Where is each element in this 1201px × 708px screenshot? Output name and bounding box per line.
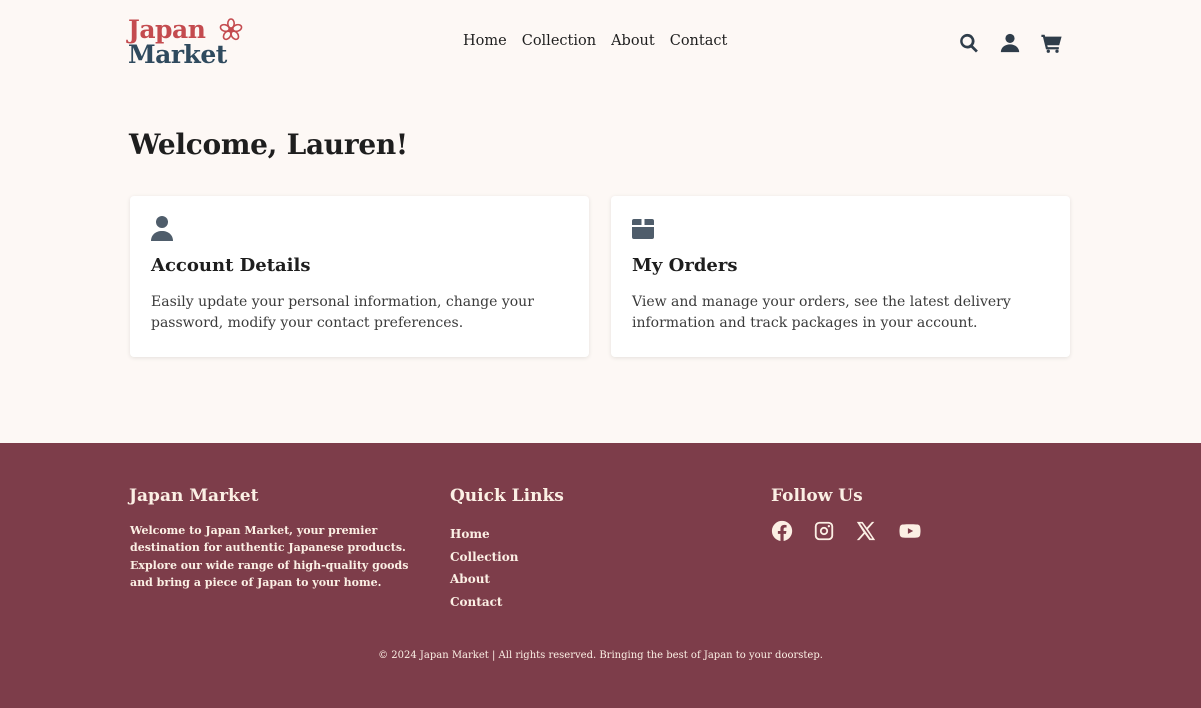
nav-contact[interactable]: Contact [670, 33, 728, 49]
card-title: Account Details [151, 255, 311, 276]
cart-icon[interactable] [1040, 32, 1063, 54]
instagram-icon[interactable] [813, 520, 835, 542]
page-title: Welcome, Lauren! [129, 128, 408, 161]
logo[interactable]: Japan Market [128, 17, 246, 71]
nav-about[interactable]: About [611, 33, 655, 49]
sakura-flower-icon [219, 18, 243, 41]
footer-link-about[interactable]: About [450, 572, 490, 586]
search-icon[interactable] [958, 32, 980, 54]
card-title: My Orders [632, 255, 738, 276]
nav-collection[interactable]: Collection [522, 33, 596, 49]
account-details-card[interactable]: Account Details Easily update your perso… [130, 196, 589, 357]
logo-line2: Market [128, 40, 227, 69]
nav-home[interactable]: Home [463, 33, 507, 49]
card-description: Easily update your personal information,… [151, 294, 534, 331]
footer-link-home[interactable]: Home [450, 527, 490, 541]
user-icon [151, 216, 173, 241]
main-nav: Home Collection About Contact [463, 33, 742, 49]
youtube-icon[interactable] [898, 520, 922, 542]
footer-link-collection[interactable]: Collection [450, 550, 518, 564]
footer-follow-title: Follow Us [771, 486, 863, 506]
box-icon [632, 216, 654, 241]
site-footer: Japan Market Welcome to Japan Market, yo… [0, 443, 1201, 708]
card-description: View and manage your orders, see the lat… [632, 294, 1011, 331]
copyright: © 2024 Japan Market | All rights reserve… [378, 650, 823, 661]
footer-links: Home Collection About Contact [450, 523, 518, 613]
my-orders-card[interactable]: My Orders View and manage your orders, s… [611, 196, 1070, 357]
facebook-icon[interactable] [771, 520, 793, 542]
footer-links-title: Quick Links [450, 486, 564, 506]
footer-about-title: Japan Market [129, 486, 259, 506]
site-header: Japan Market Home Collection About Conta… [0, 0, 1201, 88]
footer-link-contact[interactable]: Contact [450, 595, 502, 609]
footer-about-text: Welcome to Japan Market, your premier de… [130, 524, 409, 590]
user-icon[interactable] [999, 32, 1021, 54]
x-icon[interactable] [855, 520, 877, 542]
